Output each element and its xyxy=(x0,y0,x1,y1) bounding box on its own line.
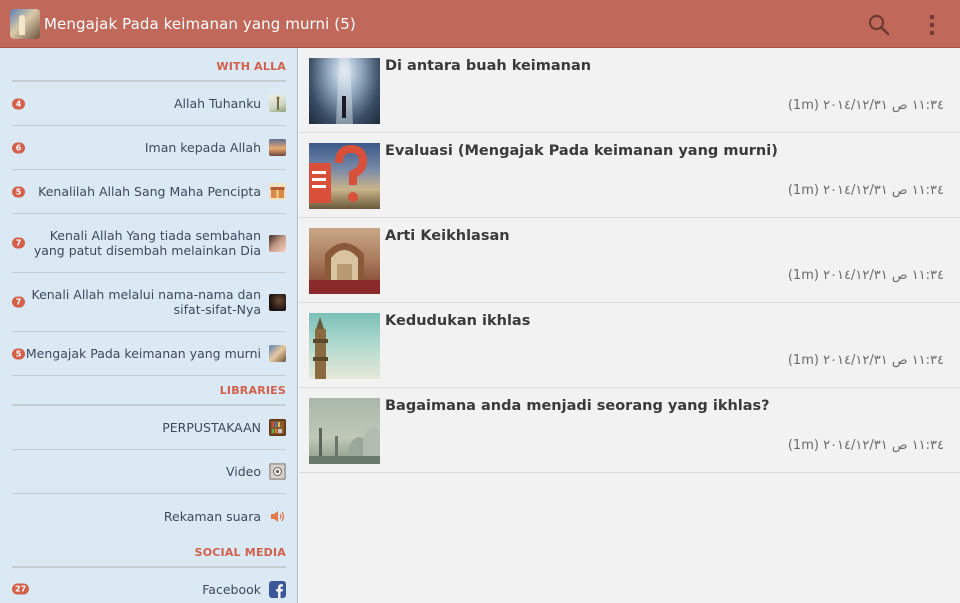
drawer-item-label: PERPUSTAKAAN xyxy=(162,420,261,435)
drawer-item-label: Kenali Allah melalui nama-nama dan sifat… xyxy=(31,287,262,317)
drawer-item-rekaman-suara[interactable]: Rekaman suara xyxy=(12,494,286,538)
overflow-menu-icon xyxy=(930,15,934,19)
drawer-item-label: Facebook xyxy=(202,581,261,597)
drawer-item-video[interactable]: Video xyxy=(12,450,286,494)
post-item[interactable]: Kedudukan ikhlas (1m) ١١:٣٤ ص ٢٠١٤/١٢/٣١ xyxy=(299,303,960,388)
navigation-drawer: WITH ALLA 4 Allah Tuhanku 6 Iman kepada … xyxy=(0,48,298,603)
drawer-item-label: Rekaman suara xyxy=(163,508,261,524)
mosque-interior-thumb xyxy=(309,228,380,294)
facebook-icon xyxy=(269,580,286,598)
post-title: Kedudukan ikhlas xyxy=(385,313,531,329)
count-badge: 27 xyxy=(12,583,30,595)
praying-hands-icon xyxy=(269,234,286,252)
post-title: Bagaimana anda menjadi seorang yang ikhl… xyxy=(385,398,770,414)
speaker-icon xyxy=(269,508,286,525)
drawer-item-label: Iman kepada Allah xyxy=(144,140,261,155)
post-timestamp: (1m) ١١:٣٤ ص ٢٠١٤/١٢/٣١ xyxy=(787,353,944,368)
drawer-item-kenali-allah-tiada-sembahan[interactable]: 7 Kenali Allah Yang tiada sembahan yang … xyxy=(12,214,286,273)
post-title: Arti Keikhlasan xyxy=(385,228,510,244)
post-item[interactable]: Bagaimana anda menjadi seorang yang ikhl… xyxy=(299,388,960,473)
count-badge: 7 xyxy=(12,237,25,249)
overflow-menu-button[interactable] xyxy=(922,12,942,38)
post-title: Evaluasi (Mengajak Pada keimanan yang mu… xyxy=(385,143,778,159)
drawer-item-label: Mengajak Pada keimanan yang murni xyxy=(25,346,261,361)
drawer-item-label: Allah Tuhanku xyxy=(174,96,261,111)
page-title: Mengajak Pada keimanan yang murni (5) xyxy=(44,14,356,33)
minaret-sky-thumb xyxy=(309,313,380,379)
light-rays-thumb xyxy=(309,58,380,124)
post-list: Di antara buah keimanan (1m) ١١:٣٤ ص ٢٠١… xyxy=(299,48,960,603)
drawer-item-allah-tuhanku[interactable]: 4 Allah Tuhanku xyxy=(12,82,286,126)
minaret-icon xyxy=(269,95,286,112)
overflow-dot xyxy=(930,31,934,35)
section-header-with-alla: WITH ALLA xyxy=(12,52,286,82)
count-badge: 7 xyxy=(12,296,25,308)
count-badge: 4 xyxy=(12,98,25,109)
count-badge: 5 xyxy=(12,348,25,359)
drawer-item-iman-kepada-allah[interactable]: 6 Iman kepada Allah xyxy=(12,126,286,170)
drawer-item-kenalilah-allah[interactable]: 5 Kenalilah Allah Sang Maha Pencipta xyxy=(12,170,286,214)
drawer-item-label: Video xyxy=(225,464,261,479)
drawer-item-perpustakaan[interactable]: PERPUSTAKAAN xyxy=(12,406,286,450)
video-icon xyxy=(269,463,286,480)
drawer-item-mengajak-pada-keimanan[interactable]: 5 Mengajak Pada keimanan yang murni xyxy=(12,332,286,376)
gift-icon xyxy=(269,183,286,200)
count-badge: 5 xyxy=(12,186,25,197)
post-item[interactable]: Di antara buah keimanan (1m) ١١:٣٤ ص ٢٠١… xyxy=(299,48,960,133)
post-timestamp: (1m) ١١:٣٤ ص ٢٠١٤/١٢/٣١ xyxy=(787,183,944,198)
post-title: Di antara buah keimanan xyxy=(385,58,592,74)
drawer-item-label: Kenalilah Allah Sang Maha Pencipta xyxy=(38,184,261,199)
post-item[interactable]: Evaluasi (Mengajak Pada keimanan yang mu… xyxy=(299,133,960,218)
section-header-social-media: SOCIAL MEDIA xyxy=(12,538,286,568)
post-timestamp: (1m) ١١:٣٤ ص ٢٠١٤/١٢/٣١ xyxy=(787,268,944,283)
drawer-item-label: Kenali Allah Yang tiada sembahan yang pa… xyxy=(33,228,261,258)
question-mark-thumb xyxy=(309,143,380,209)
overflow-dot xyxy=(930,23,934,27)
sunset-icon xyxy=(269,139,286,156)
post-item[interactable]: Arti Keikhlasan (1m) ١١:٣٤ ص ٢٠١٤/١٢/٣١ xyxy=(299,218,960,303)
section-header-libraries: LIBRARIES xyxy=(12,376,286,406)
action-bar: Mengajak Pada keimanan yang murni (5) xyxy=(0,0,960,48)
drawer-item-facebook[interactable]: 27 Facebook xyxy=(12,570,286,603)
mosque-domes-thumb xyxy=(309,398,380,464)
mosque-tower-icon xyxy=(269,345,286,362)
post-timestamp: (1m) ١١:٣٤ ص ٢٠١٤/١٢/٣١ xyxy=(787,98,944,113)
dark-silhouette-icon xyxy=(269,293,286,311)
search-button[interactable] xyxy=(866,12,892,38)
drawer-item-kenali-allah-nama-sifat[interactable]: 7 Kenali Allah melalui nama-nama dan sif… xyxy=(12,273,286,332)
app-mosque-icon[interactable] xyxy=(10,8,40,39)
library-icon xyxy=(269,419,286,436)
count-badge: 6 xyxy=(12,142,25,153)
search-icon xyxy=(868,14,890,36)
post-timestamp: (1m) ١١:٣٤ ص ٢٠١٤/١٢/٣١ xyxy=(787,438,944,453)
